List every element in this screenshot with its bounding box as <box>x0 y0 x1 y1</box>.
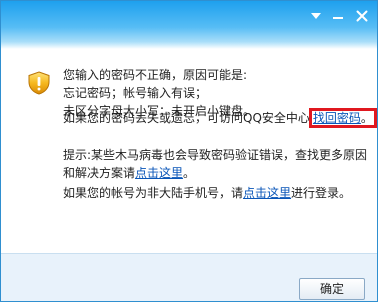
login-error-dialog: 您输入的密码不正确，原因可能是: 忘记密码；帐号输入有误； 未区分字母大小写；未… <box>0 0 378 302</box>
error-headline: 您输入的密码不正确，原因可能是: <box>63 68 248 82</box>
ok-button[interactable]: 确定 <box>299 278 365 300</box>
lost-password-text: 如果您的密码丢失或遗忘，可访问QQ安全中心 找回密码。 <box>63 108 377 128</box>
dialog-body: 您输入的密码不正确，原因可能是: 忘记密码；帐号输入有误； 未区分字母大小写；未… <box>1 49 377 253</box>
overseas-phone-link[interactable]: 点击这里 <box>243 186 291 200</box>
chevron-down-icon[interactable] <box>305 7 327 25</box>
recover-password-link[interactable]: 找回密码 <box>313 111 361 125</box>
virus-tip-link[interactable]: 点击这里 <box>135 166 183 180</box>
virus-tip-prefix: 和解决方案请 <box>63 166 136 180</box>
close-icon[interactable] <box>351 7 373 25</box>
virus-tip-line2: 和解决方案请点击这里。 <box>63 164 367 182</box>
title-bar[interactable] <box>1 1 377 49</box>
warning-shield-icon <box>27 71 51 95</box>
lost-password-suffix: 。 <box>360 111 373 125</box>
dialog-footer: 确定 <box>1 253 377 301</box>
error-reason-1: 忘记密码；帐号输入有误； <box>63 86 208 100</box>
virus-tip-line1: 提示:某些木马病毒也会导致密码验证错误，查找更多原因 <box>63 148 368 162</box>
virus-tip-suffix: 。 <box>183 166 196 180</box>
lost-password-prefix: 如果您的密码丢失或遗忘，可访问QQ安全中心 <box>63 111 310 125</box>
virus-tip-text: 提示:某些木马病毒也会导致密码验证错误，查找更多原因 和解决方案请点击这里。 <box>63 146 367 182</box>
overseas-phone-text: 如果您的帐号为非大陆手机号，请点击这里进行登录。 <box>63 184 351 202</box>
highlight-box: 找回密码。 <box>308 108 377 128</box>
minimize-icon[interactable] <box>327 7 349 25</box>
overseas-phone-suffix: 进行登录。 <box>291 186 352 200</box>
overseas-phone-prefix: 如果您的帐号为非大陆手机号，请 <box>63 186 244 200</box>
